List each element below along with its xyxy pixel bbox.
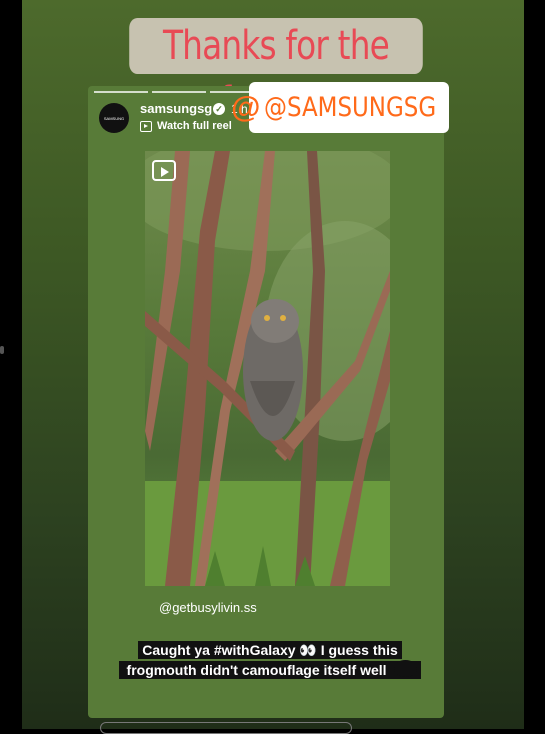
reel-play-icon	[152, 160, 176, 181]
owl-in-trees-image	[145, 151, 390, 586]
reply-bar-hint[interactable]	[100, 722, 352, 734]
reel-icon	[140, 121, 152, 132]
caption-line-1: Caught ya #withGalaxy 👀 I guess this	[138, 641, 402, 659]
caption-line-2: frogmouth didn't camouflage itself well	[122, 661, 391, 679]
smiling-face-icon	[394, 660, 418, 677]
photo-credit: @getbusylivin.ss	[159, 600, 257, 615]
mention-handle: @SAMSUNGSG	[264, 92, 437, 123]
avatar[interactable]: SAMSUNG	[99, 103, 129, 133]
threads-icon: @	[231, 90, 261, 124]
progress-segment	[152, 91, 206, 93]
thanks-banner: Thanks for the feature	[129, 18, 423, 125]
verified-icon: ✓	[213, 103, 225, 115]
post-caption: Caught ya #withGalaxy 👀 I guess this fro…	[118, 641, 422, 680]
progress-segment	[94, 91, 148, 93]
watch-full-reel-link[interactable]: Watch full reel	[157, 120, 232, 132]
edge-indicator	[0, 346, 4, 354]
post-username[interactable]: samsungsg	[140, 101, 212, 116]
reel-photo[interactable]	[145, 151, 390, 586]
mention-sticker[interactable]: @ @SAMSUNGSG	[231, 82, 449, 133]
